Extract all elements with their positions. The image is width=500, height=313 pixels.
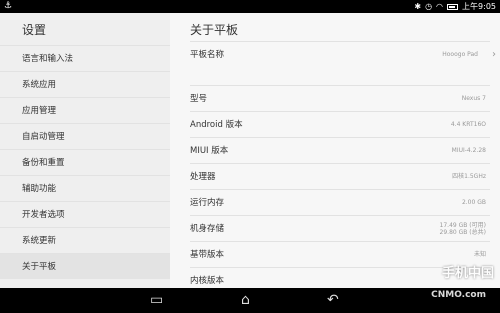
row-value: MIUI-4.2.28 — [451, 147, 486, 154]
bluetooth-icon: ✱ — [414, 2, 422, 11]
status-bar: ⚓ ✱ ◷ ◠ 上午9:05 — [0, 0, 500, 13]
row-label: MIUI 版本 — [190, 146, 229, 156]
row-value: 四核1.5GHz — [452, 173, 486, 180]
row-label: 型号 — [190, 94, 208, 104]
usb-anchor-icon: ⚓ — [4, 1, 13, 11]
watermark-site: CNMO.com — [431, 290, 486, 300]
row-value: 4.4 KRT16O — [450, 121, 486, 128]
storage-total: 29.80 GB (总共) — [439, 229, 486, 236]
row-value: 2.00 GB — [461, 199, 486, 206]
storage-available: 17.49 GB (可用) — [439, 222, 486, 229]
row-label: 运行内存 — [190, 198, 225, 208]
about-panel: 关于平板 平板名称 Hooogo Pad › 型号 Nexus 7 Androi… — [170, 13, 500, 288]
home-icon[interactable]: ⌂ — [241, 288, 250, 313]
device-name-row[interactable]: 平板名称 Hooogo Pad › — [190, 41, 496, 67]
sidebar-item-developer-options[interactable]: 开发者选项 — [0, 201, 170, 227]
row-label: 基带版本 — [190, 250, 225, 260]
page-title: 关于平板 — [190, 23, 239, 37]
row-label: 处理器 — [190, 172, 216, 182]
row-value: Hooogo Pad — [442, 51, 478, 58]
sidebar-item-language-input[interactable]: 语言和输入法 — [0, 45, 170, 71]
sidebar-item-app-management[interactable]: 应用管理 — [0, 97, 170, 123]
status-time: 上午9:05 — [462, 2, 496, 11]
sidebar-item-system-apps[interactable]: 系统应用 — [0, 71, 170, 97]
back-icon[interactable]: ↶ — [327, 288, 339, 313]
android-version-row[interactable]: Android 版本 4.4 KRT16O — [190, 111, 490, 137]
storage-row: 机身存储 17.49 GB (可用) 29.80 GB (总共) — [190, 215, 490, 241]
row-value: Nexus 7 — [461, 95, 486, 102]
row-label: 平板名称 — [190, 50, 225, 60]
battery-icon — [447, 3, 459, 10]
sidebar-item-accessibility[interactable]: 辅助功能 — [0, 175, 170, 201]
sidebar-item-backup-reset[interactable]: 备份和重置 — [0, 149, 170, 175]
processor-row: 处理器 四核1.5GHz — [190, 163, 490, 189]
row-value: 17.49 GB (可用) 29.80 GB (总共) — [440, 222, 486, 236]
row-label: 机身存储 — [190, 224, 225, 234]
miui-version-row[interactable]: MIUI 版本 MIUI-4.2.28 — [190, 137, 490, 163]
alarm-icon: ◷ — [425, 2, 433, 11]
settings-nav-list: 语言和输入法 系统应用 应用管理 自启动管理 备份和重置 辅助功能 开发者选项 … — [0, 45, 170, 279]
status-icons: ✱ ◷ ◠ 上午9:05 — [414, 0, 496, 13]
model-row: 型号 Nexus 7 — [190, 85, 490, 111]
navigation-bar: ▭ ⌂ ↶ CNMO.com — [0, 288, 500, 313]
about-rows: 平板名称 Hooogo Pad › 型号 Nexus 7 Android 版本 … — [190, 41, 496, 293]
row-label: Android 版本 — [190, 120, 243, 130]
sidebar-item-system-update[interactable]: 系统更新 — [0, 227, 170, 253]
watermark-logo: 手机中国 — [441, 266, 494, 281]
sidebar-item-autostart[interactable]: 自启动管理 — [0, 123, 170, 149]
chevron-right-icon: › — [492, 49, 496, 60]
sidebar-title: 设置 — [22, 23, 47, 37]
ram-row: 运行内存 2.00 GB — [190, 189, 490, 215]
recents-icon[interactable]: ▭ — [150, 288, 163, 313]
sidebar-item-about-tablet[interactable]: 关于平板 — [0, 253, 170, 279]
settings-sidebar: 设置 语言和输入法 系统应用 应用管理 自启动管理 备份和重置 辅助功能 开发者… — [0, 13, 170, 288]
wifi-icon: ◠ — [436, 2, 444, 11]
